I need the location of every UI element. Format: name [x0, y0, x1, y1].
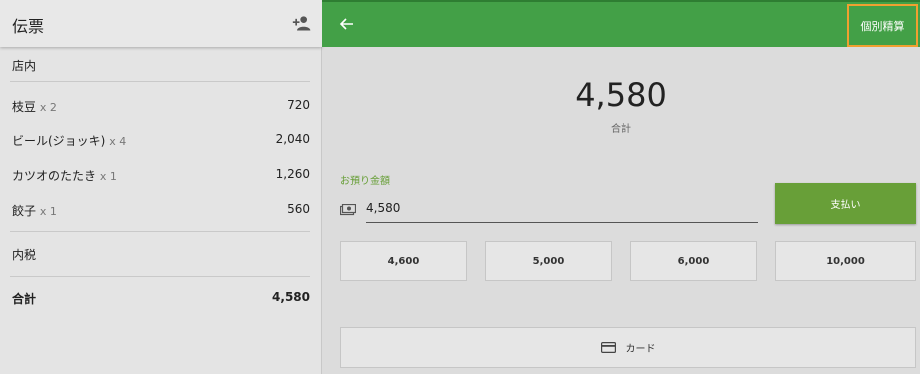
quick-amount-button[interactable]: 10,000 — [775, 241, 916, 281]
total-value: 4,580 — [272, 290, 310, 304]
arrow-left-icon[interactable] — [339, 16, 355, 32]
receipt-header: 伝票 — [0, 0, 322, 47]
divider — [10, 81, 310, 82]
pay-button[interactable]: 支払い — [775, 183, 916, 224]
quick-amount-button[interactable]: 4,600 — [340, 241, 467, 281]
item-name: 餃子 — [12, 204, 37, 218]
total-row: 合計 4,580 — [12, 290, 310, 307]
deposit-label: お預り金額 — [340, 176, 390, 187]
store-label: 店内 — [12, 59, 37, 73]
receipt-panel: 伝票 店内 枝豆 x 2 720 ビール(ジョッキ) x 4 2,040 カツオ… — [0, 0, 322, 374]
item-name: 枝豆 — [12, 100, 37, 114]
item-price: 720 — [287, 98, 310, 112]
item-qty: x 1 — [99, 170, 117, 183]
item-qty: x 4 — [109, 135, 127, 148]
deposit-input[interactable]: 4,580 — [366, 201, 400, 215]
receipt-title: 伝票 — [12, 17, 45, 36]
quick-amount-button[interactable]: 5,000 — [485, 241, 612, 281]
add-person-icon[interactable] — [292, 14, 312, 32]
list-item[interactable]: 餃子 x 1 560 — [12, 202, 310, 222]
tax-label: 内税 — [12, 248, 37, 262]
item-qty: x 1 — [39, 205, 57, 218]
card-button-label: カード — [625, 344, 656, 355]
item-price: 2,040 — [275, 132, 310, 146]
list-item[interactable]: カツオのたたき x 1 1,260 — [12, 167, 310, 187]
deposit-input-underline — [366, 222, 758, 223]
quick-amount-button[interactable]: 6,000 — [630, 241, 757, 281]
total-amount-label: 合計 — [611, 124, 631, 135]
item-name: ビール(ジョッキ) — [12, 134, 106, 148]
item-name: カツオのたたき — [12, 169, 97, 183]
cash-icon — [340, 204, 356, 216]
divider — [10, 231, 310, 232]
credit-card-icon — [600, 342, 616, 353]
item-qty: x 2 — [39, 101, 57, 114]
divider — [10, 276, 310, 277]
total-label: 合計 — [12, 292, 37, 306]
card-payment-button[interactable]: カード — [340, 327, 916, 368]
top-app-bar: 個別精算 — [322, 0, 920, 47]
item-price: 1,260 — [275, 167, 310, 181]
list-item[interactable]: ビール(ジョッキ) x 4 2,040 — [12, 132, 310, 152]
item-price: 560 — [287, 202, 310, 216]
split-payment-button[interactable]: 個別精算 — [847, 4, 918, 47]
list-item[interactable]: 枝豆 x 2 720 — [12, 98, 310, 118]
total-amount: 4,580 — [575, 76, 667, 114]
